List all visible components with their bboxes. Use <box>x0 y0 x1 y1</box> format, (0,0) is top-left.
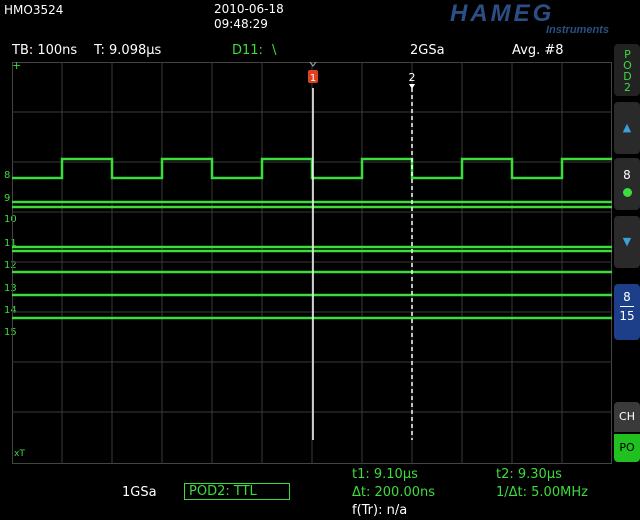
cursor-t2-readout: t2: 9.30µs <box>496 467 562 482</box>
scroll-up-button[interactable]: ▲ <box>614 102 640 154</box>
brand-subtitle: Instruments <box>546 24 609 36</box>
status-bar: TB: 100ns T: 9.098µs D11: \ 2GSa Avg. #8 <box>0 40 612 62</box>
up-arrow-icon: ▲ <box>622 121 632 134</box>
channel-active-icon <box>622 188 632 197</box>
cursor-t1-readout: t1: 9.10µs <box>352 467 418 482</box>
pod-selector[interactable]: POD2 <box>614 44 640 96</box>
ch-tab[interactable]: CH <box>614 402 640 432</box>
waveform-grid: 1 2 xT + <box>12 57 612 464</box>
grid-lines <box>12 62 612 464</box>
acquisition-mode-readout[interactable]: Avg. #8 <box>512 43 564 58</box>
cursor-1-marker-label: 1 <box>310 73 316 84</box>
trigger-time-readout[interactable]: T: 9.098µs <box>94 43 161 58</box>
selected-channel-label: 8 <box>623 168 631 182</box>
channel-select-button[interactable]: 8 <box>614 158 640 210</box>
range-bottom-label: 15 <box>619 309 635 323</box>
pod-label: POD2 <box>614 44 640 95</box>
channel-range-button[interactable]: 8 15 <box>614 284 640 340</box>
range-top-label: 8 <box>623 290 631 304</box>
pod-threshold-label: POD2: TTL <box>189 484 257 499</box>
delta-t-readout: Δt: 200.00ns <box>352 485 436 500</box>
ch-tab-label: CH <box>619 410 635 423</box>
timebase-readout[interactable]: TB: 100ns <box>12 43 77 58</box>
brand-logo: HAMEG <box>450 0 555 27</box>
frequency-readout: f(Tr): n/a <box>352 503 408 518</box>
bottom-sample-rate: 1GSa <box>122 485 157 500</box>
top-bar: HMO3524 2010-06-18 09:48:29 HAMEG Instru… <box>0 0 640 40</box>
trigger-edge-icon: \ <box>272 43 277 58</box>
inverse-delta-t-readout: 1/Δt: 5.00MHz <box>496 485 588 500</box>
time-label: 09:48:29 <box>214 17 268 31</box>
waveform-display[interactable]: 1 2 xT + <box>12 57 612 464</box>
cursor-2-arrow-icon <box>409 84 415 89</box>
date-label: 2010-06-18 <box>214 2 284 16</box>
sample-rate-readout: 2GSa <box>410 43 445 58</box>
model-label: HMO3524 <box>4 3 64 17</box>
po-tab[interactable]: PO <box>614 434 640 462</box>
channel-label-9: 9 <box>4 193 11 204</box>
cursor-2-marker-label: 2 <box>409 71 416 84</box>
trigger-source-readout[interactable]: D11: <box>232 43 263 58</box>
pod-threshold-box[interactable]: POD2: TTL <box>184 483 290 500</box>
bottom-bar: 1GSa POD2: TTL t1: 9.10µs t2: 9.30µs Δt:… <box>0 464 612 520</box>
corner-marker-icon: + <box>12 62 21 72</box>
down-arrow-icon: ▼ <box>622 235 632 248</box>
scroll-down-button[interactable]: ▼ <box>614 216 640 268</box>
range-divider <box>620 306 634 307</box>
ground-ref-icon: xT <box>14 449 25 459</box>
po-tab-label: PO <box>619 441 635 454</box>
pod-label-text: POD2 <box>621 48 634 92</box>
right-panel: POD2 ▲ 8 ▼ 8 15 CH PO <box>614 40 640 520</box>
channel-label-8: 8 <box>4 170 11 181</box>
